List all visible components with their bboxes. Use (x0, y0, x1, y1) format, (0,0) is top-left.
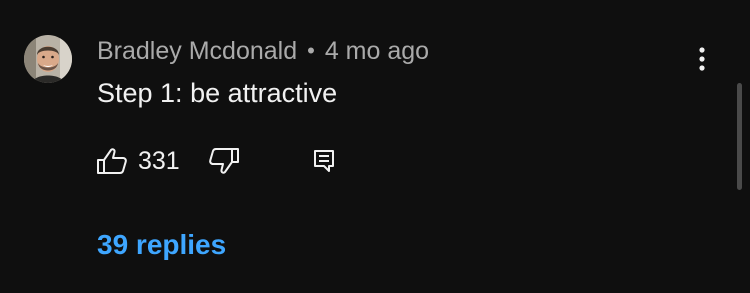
comment-thread: Bradley Mcdonald • 4 mo ago Step 1: be a… (0, 0, 750, 293)
vertical-ellipsis-icon (699, 47, 705, 71)
like-count: 331 (138, 146, 180, 175)
thumbs-up-icon (97, 148, 127, 174)
view-replies-link[interactable]: 39 replies (97, 229, 226, 261)
comment-header: Bradley Mcdonald • 4 mo ago (97, 35, 429, 67)
more-options-button[interactable] (688, 44, 716, 74)
reply-comment-icon (314, 150, 334, 172)
thumbs-down-icon (209, 148, 239, 174)
comment-timestamp[interactable]: 4 mo ago (325, 37, 429, 66)
scrollbar-thumb[interactable] (737, 83, 742, 190)
author-name[interactable]: Bradley Mcdonald (97, 37, 297, 66)
like-button[interactable]: 331 (96, 145, 180, 177)
reply-button[interactable] (312, 145, 336, 177)
avatar-image (24, 35, 72, 83)
avatar[interactable] (24, 35, 72, 83)
header-separator: • (307, 38, 315, 63)
comment-text: Step 1: be attractive (97, 78, 338, 108)
dislike-button[interactable] (208, 145, 240, 177)
comment-actions: 331 (96, 145, 356, 177)
